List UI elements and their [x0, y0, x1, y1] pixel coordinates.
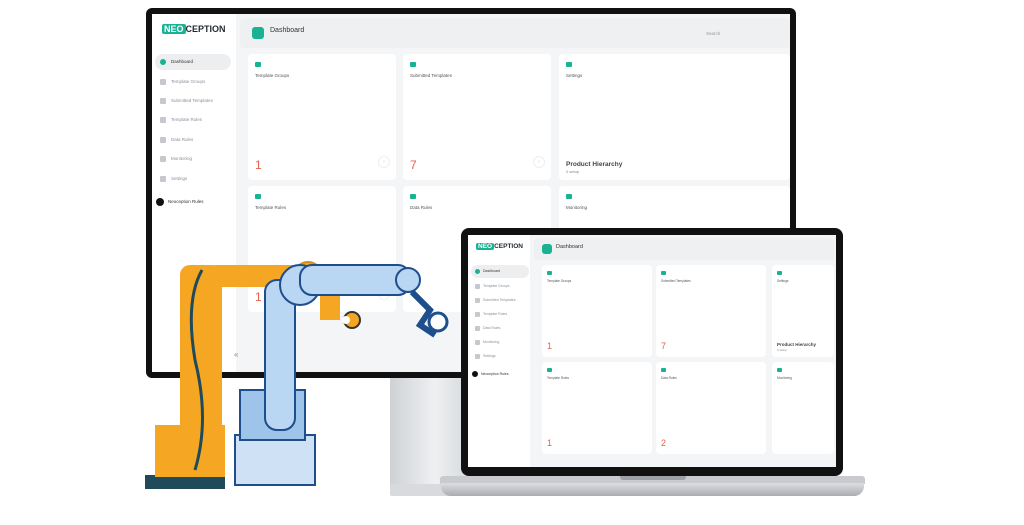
document-icon	[410, 62, 416, 67]
card-title: Template Groups	[255, 73, 290, 78]
card-submitted-templates[interactable]: Submitted Templates 7	[656, 265, 766, 357]
card-submitted-templates[interactable]: Submitted Templates 7 ›	[403, 54, 551, 180]
card-title: Monitoring	[777, 376, 792, 380]
card-title: Data Rules	[661, 376, 677, 380]
avatar	[472, 371, 478, 377]
sidebar-item-monitoring[interactable]: Monitoring	[155, 151, 231, 167]
brand-logo: NEO CEPTION	[476, 243, 523, 250]
header: Dashboard Search	[240, 18, 790, 48]
card-title: Template Rules	[547, 376, 569, 380]
sidebar-item-template-rules[interactable]: Template Rules	[155, 112, 231, 128]
robot-arms-illustration	[145, 261, 449, 489]
bulb-icon	[160, 137, 166, 143]
gear-icon	[777, 271, 782, 275]
folder-icon	[475, 284, 480, 289]
laptop-sidebar: NEO CEPTION Dashboard Template Groups Sub…	[468, 235, 530, 467]
gear-icon	[566, 62, 572, 67]
card-template-groups[interactable]: Template Groups 1	[542, 265, 652, 357]
sidebar-item-dashboard[interactable]: Dashboard	[471, 265, 529, 278]
monitor-icon	[566, 194, 572, 199]
card-count: 1	[547, 438, 553, 448]
dashboard-icon	[160, 59, 166, 65]
laptop-header: Dashboard	[534, 238, 834, 260]
card-subtitle: Product Hierarchy	[777, 342, 817, 347]
arrow-icon[interactable]: ›	[378, 156, 390, 168]
card-count: 7	[661, 341, 667, 351]
rules-icon	[255, 194, 261, 199]
card-count: 7	[410, 158, 417, 172]
sidebar-item-monitoring[interactable]: Monitoring	[471, 336, 529, 349]
laptop-screen: NEO CEPTION Dashboard Template Groups Sub…	[468, 235, 836, 467]
gear-icon	[160, 176, 166, 182]
sidebar-item-template-rules[interactable]: Template Rules	[471, 308, 529, 321]
card-title: Template Rules	[255, 205, 287, 210]
document-icon	[160, 98, 166, 104]
card-note: 0 setup	[777, 348, 787, 352]
user-profile[interactable]: Neoception Rules	[156, 197, 204, 207]
dashboard-icon	[252, 27, 264, 39]
dashboard-icon	[542, 244, 552, 254]
sidebar-item-submitted-templates[interactable]: Submitted Templates	[155, 93, 231, 109]
card-count: 1	[255, 158, 262, 172]
page-title: Dashboard	[270, 27, 305, 34]
rules-icon	[475, 312, 480, 317]
card-settings[interactable]: Settings Product Hierarchy 0 setup	[559, 54, 790, 180]
user-profile[interactable]: Neoception Rules	[472, 370, 509, 378]
sidebar-item-template-groups[interactable]: Template Groups	[471, 280, 529, 293]
document-icon	[661, 271, 666, 275]
monitor-icon	[160, 156, 166, 162]
bulb-icon	[410, 194, 416, 199]
bulb-icon	[475, 326, 480, 331]
card-title: Submitted Templates	[661, 279, 691, 283]
document-icon	[475, 298, 480, 303]
card-title: Template Groups	[547, 279, 572, 283]
monitor-icon	[475, 340, 480, 345]
card-count: 1	[547, 341, 553, 351]
dashboard-icon	[475, 269, 480, 274]
laptop-base	[441, 483, 864, 496]
card-template-groups[interactable]: Template Groups 1 ›	[248, 54, 396, 180]
sidebar-item-submitted-templates[interactable]: Submitted Templates	[471, 294, 529, 307]
card-template-rules[interactable]: Template Rules 1	[542, 362, 652, 454]
sidebar-item-template-groups[interactable]: Template Groups	[155, 74, 231, 90]
monitor-icon	[777, 368, 782, 372]
card-monitoring[interactable]: Monitoring	[772, 362, 834, 454]
rules-icon	[160, 117, 166, 123]
card-title: Submitted Templates	[410, 73, 452, 78]
folder-icon	[255, 62, 261, 67]
blue-robot-arm	[234, 264, 449, 486]
arrow-icon[interactable]: ›	[533, 156, 545, 168]
brand-logo: NEO CEPTION	[162, 24, 226, 34]
gear-icon	[475, 354, 480, 359]
folder-icon	[547, 271, 552, 275]
card-note: 0 setup	[566, 169, 580, 174]
sidebar-item-data-rules[interactable]: Data Rules	[471, 322, 529, 335]
sidebar-item-settings[interactable]: Settings	[471, 350, 529, 363]
sidebar-item-dashboard[interactable]: Dashboard	[155, 54, 231, 70]
sidebar-item-data-rules[interactable]: Data Rules	[155, 132, 231, 148]
card-settings[interactable]: Settings Product Hierarchy 0 setup	[772, 265, 834, 357]
rules-icon	[547, 368, 552, 372]
laptop-notch	[620, 476, 686, 480]
card-subtitle: Product Hierarchy	[566, 161, 623, 168]
avatar	[156, 198, 164, 206]
folder-icon	[160, 79, 166, 85]
card-data-rules[interactable]: Data Rules 2	[656, 362, 766, 454]
card-title: Settings	[566, 73, 583, 78]
card-count: 2	[661, 438, 667, 448]
card-title: Settings	[777, 279, 789, 283]
card-title: Monitoring	[566, 205, 588, 210]
sidebar-item-settings[interactable]: Settings	[155, 171, 231, 187]
card-title: Data Rules	[410, 205, 433, 210]
page-title: Dashboard	[556, 244, 583, 250]
search-input[interactable]: Search	[706, 28, 790, 40]
bulb-icon	[661, 368, 666, 372]
